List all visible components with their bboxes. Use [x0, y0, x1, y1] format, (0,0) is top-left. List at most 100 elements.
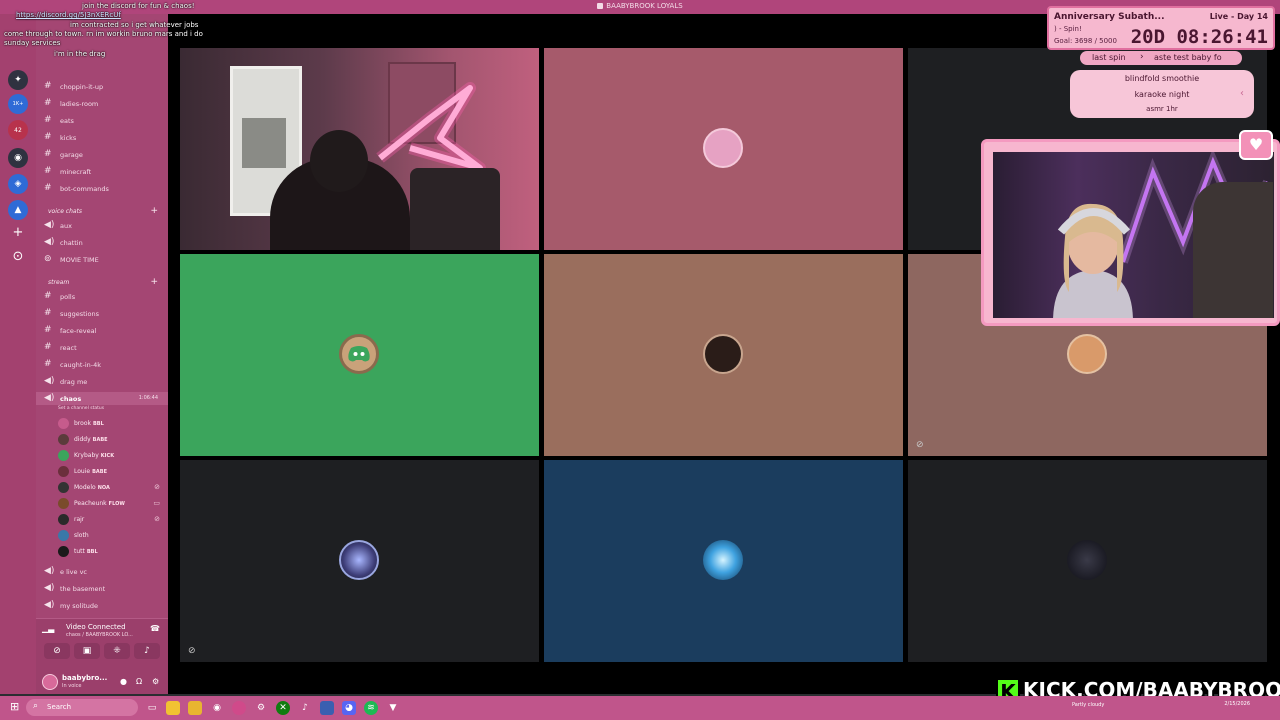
channel-bot-commands[interactable]: # bot-commands [36, 182, 168, 195]
voice-channel-aux[interactable]: ◀) aux [36, 219, 168, 232]
category-stream[interactable]: stream + [48, 277, 168, 287]
server-icon-2[interactable]: 1K+ [8, 94, 28, 114]
avatar [58, 482, 69, 493]
voice-member[interactable]: Peacheunk FLOW ▭ [58, 497, 168, 511]
video-tile-camera[interactable] [180, 48, 539, 250]
webcam-feed-detail [1193, 182, 1273, 318]
avatar [339, 334, 379, 374]
video-tile[interactable] [544, 460, 903, 662]
app-icon[interactable] [232, 701, 246, 715]
channel-garage[interactable]: # garage [36, 148, 168, 161]
discord-logo-icon [348, 346, 370, 362]
tiktok-icon[interactable]: ♪ [298, 701, 312, 715]
steam-icon[interactable]: ⚙ [254, 701, 268, 715]
video-tile[interactable]: ⊘ [180, 460, 539, 662]
video-tile[interactable] [908, 460, 1267, 662]
avatar [58, 514, 69, 525]
speaker-icon: ◀) [44, 566, 55, 576]
chevron-right-icon: › [1140, 52, 1144, 62]
avatar [58, 450, 69, 461]
channel-choppin-it-up[interactable]: # choppin-it-up [36, 80, 168, 93]
xbox-icon[interactable]: ✕ [276, 701, 290, 715]
voice-member[interactable]: Louie BABE [58, 465, 168, 479]
voice-member[interactable]: rajr ⊘ [58, 513, 168, 527]
voice-member[interactable]: Krybaby KICK [58, 449, 168, 463]
channel-sidebar: # choppin-it-up # ladies-room # eats # kicks… [36, 14, 168, 694]
voice-member[interactable]: diddy BABE [58, 433, 168, 447]
mic-icon[interactable]: ● [120, 677, 127, 686]
screen-share-button[interactable]: ▣ [74, 643, 100, 659]
hash-icon: # [44, 291, 52, 301]
hash-icon: # [44, 166, 52, 176]
disconnect-icon[interactable]: ☎ [150, 624, 160, 633]
task-view-icon[interactable]: ▭ [145, 701, 159, 715]
last-spin-bar: last spin › aste test baby fo [1080, 51, 1242, 65]
taskbar-search[interactable]: ⌕ Search [26, 699, 138, 716]
avatar[interactable] [42, 674, 58, 690]
spin-wheel-list: blindfold smoothie karaoke night asmr 1h… [1070, 70, 1254, 118]
speaker-icon: ◀) [44, 376, 55, 386]
voice-member[interactable]: Modelo NOA ⊘ [58, 481, 168, 495]
voice-channel-live-vc[interactable]: ◀) e live vc [36, 565, 168, 578]
server-icon-3[interactable]: 42 [8, 120, 28, 140]
channel-minecraft[interactable]: # minecraft [36, 165, 168, 178]
server-icon-4[interactable]: ◉ [8, 148, 28, 168]
avatar [703, 334, 743, 374]
chevron-left-icon: ‹ [1240, 88, 1244, 99]
video-tile[interactable] [544, 254, 903, 456]
folder-icon[interactable] [188, 701, 202, 715]
server-rail: ✦ 1K+ 42 ◉ ◈ ▲ + ⊙ [0, 14, 36, 694]
channel-ladies-room[interactable]: # ladies-room [36, 97, 168, 110]
add-channel-icon[interactable]: + [150, 206, 158, 216]
windows-start-icon[interactable]: ⊞ [10, 701, 22, 713]
voice-channel-basement[interactable]: ◀) the basement [36, 582, 168, 595]
channel-status[interactable]: Set a channel status [58, 406, 104, 411]
headphones-icon[interactable]: Ω [136, 677, 142, 686]
stage-icon: ⊚ [44, 254, 52, 264]
voice-member[interactable]: sloth [58, 529, 168, 543]
muted-mic-icon: ⊘ [188, 646, 196, 656]
channel-suggestions[interactable]: # suggestions [36, 307, 168, 320]
channel-face-reveal[interactable]: # face-reveal [36, 324, 168, 337]
server-icon-5[interactable]: ◈ [8, 174, 28, 194]
streamer-webcam: ♥ [981, 130, 1280, 326]
speaker-icon: ◀) [44, 220, 55, 230]
hash-icon: # [44, 308, 52, 318]
speaker-icon: ◀) [44, 237, 55, 247]
channel-eats[interactable]: # eats [36, 114, 168, 127]
discover-icon[interactable]: ⊙ [8, 246, 28, 266]
avatar [58, 466, 69, 477]
app-icon[interactable] [320, 701, 334, 715]
voice-channel-movie-time[interactable]: ⊚ MOVIE TIME [36, 253, 168, 266]
channel-caught-in-4k[interactable]: # caught-in-4k [36, 358, 168, 371]
server-icon-1[interactable]: ✦ [8, 70, 28, 90]
brave-icon[interactable]: ▼ [386, 701, 400, 715]
channel-kicks[interactable]: # kicks [36, 131, 168, 144]
muted-mic-icon: ⊘ [916, 440, 924, 450]
voice-channel-chattin[interactable]: ◀) chattin [36, 236, 168, 249]
voice-member[interactable]: brook BBL [58, 417, 168, 431]
hash-icon: # [44, 325, 52, 335]
add-channel-icon[interactable]: + [150, 277, 158, 287]
add-server-icon[interactable]: + [8, 222, 28, 242]
category-voice-chats[interactable]: voice chats + [48, 206, 168, 216]
channel-react[interactable]: # react [36, 341, 168, 354]
gear-icon[interactable]: ⚙ [152, 677, 159, 686]
activities-button[interactable]: ⁜ [104, 643, 130, 659]
avatar [58, 530, 69, 541]
video-tile[interactable] [180, 254, 539, 456]
spotify-icon[interactable]: ≋ [364, 701, 378, 715]
channel-polls[interactable]: # polls [36, 290, 168, 303]
discord-icon[interactable]: ◕ [342, 701, 356, 715]
camera-off-button[interactable]: ⊘ [44, 643, 70, 659]
file-explorer-icon[interactable] [166, 701, 180, 715]
voice-channel-chaos[interactable]: ◀) chaos 1:06:44 [36, 392, 168, 405]
obs-icon[interactable]: ◉ [210, 701, 224, 715]
voice-member[interactable]: tutt BBL [58, 545, 168, 559]
voice-channel-drag-me[interactable]: ◀) drag me [36, 375, 168, 388]
video-tile[interactable] [544, 48, 903, 250]
camera-feed-detail [310, 130, 368, 192]
soundboard-button[interactable]: ♪ [134, 643, 160, 659]
server-icon-6[interactable]: ▲ [8, 200, 28, 220]
voice-channel-solitude[interactable]: ◀) my solitude [36, 599, 168, 612]
